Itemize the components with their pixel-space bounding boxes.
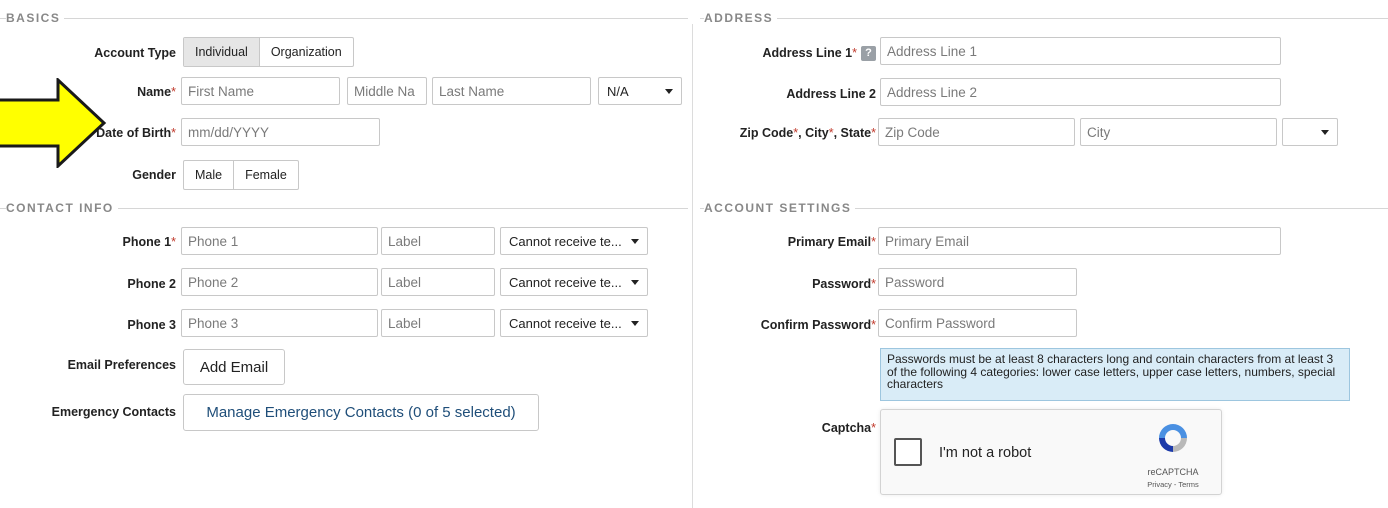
required-mark: *: [171, 235, 176, 249]
required-mark: *: [793, 126, 799, 140]
emergency-contacts-label: Emergency Contacts: [51, 405, 176, 419]
address-line2-label: Address Line 2: [786, 87, 876, 101]
phone1-sms-value: Cannot receive te...: [509, 233, 622, 249]
address-divider: [700, 18, 1388, 19]
dob-label: Date of Birth*: [96, 125, 176, 141]
required-mark: *: [171, 126, 176, 140]
phone2-label: Phone 2: [127, 277, 176, 291]
section-title-address: ADDRESS: [704, 11, 778, 25]
phone1-label-text: Phone 1: [122, 235, 172, 249]
phone3-input[interactable]: [181, 309, 378, 337]
dob-input[interactable]: [181, 118, 380, 146]
primary-email-input[interactable]: [878, 227, 1281, 255]
state-label-text: State: [840, 126, 872, 140]
account-type-organization[interactable]: Organization: [260, 38, 353, 66]
first-name-input[interactable]: [181, 77, 340, 105]
account-type-toggle[interactable]: Individual Organization: [183, 37, 354, 67]
zip-label-text: Zip Code: [739, 126, 794, 140]
required-mark: *: [871, 235, 876, 249]
chevron-down-icon: [631, 279, 639, 285]
phone3-label: Phone 3: [127, 318, 176, 332]
address-line1-label-text: Address Line 1: [762, 46, 853, 60]
confirm-password-label: Confirm Password*: [761, 317, 876, 333]
middle-name-input[interactable]: [347, 77, 427, 105]
required-mark: *: [871, 421, 876, 435]
section-title-contact: CONTACT INFO: [6, 201, 118, 215]
add-email-button[interactable]: Add Email: [183, 349, 285, 385]
chevron-down-icon: [631, 238, 639, 244]
phone3-sms-select[interactable]: Cannot receive te...: [500, 309, 648, 337]
chevron-down-icon: [665, 88, 673, 94]
phone3-label-input[interactable]: [381, 309, 495, 337]
manage-emergency-contacts-button[interactable]: Manage Emergency Contacts (0 of 5 select…: [183, 394, 539, 431]
basics-divider: [0, 18, 688, 19]
zip-code-input[interactable]: [878, 118, 1075, 146]
password-input[interactable]: [878, 268, 1077, 296]
password-label-text: Password: [812, 277, 872, 291]
recaptcha-links[interactable]: Privacy - Terms: [1137, 480, 1209, 489]
recaptcha-checkbox[interactable]: [894, 438, 922, 466]
required-mark: *: [871, 277, 876, 291]
chevron-down-icon: [1321, 129, 1329, 135]
captcha-label: Captcha*: [822, 420, 876, 436]
recaptcha-brand: reCAPTCHA: [1147, 467, 1199, 477]
account-type-individual[interactable]: Individual: [184, 38, 260, 66]
confirm-password-input[interactable]: [878, 309, 1077, 337]
primary-email-label-text: Primary Email: [787, 235, 872, 249]
phone1-label-input[interactable]: [381, 227, 495, 255]
password-label: Password*: [812, 276, 876, 292]
gender-toggle[interactable]: Male Female: [183, 160, 299, 190]
phone1-label: Phone 1*: [123, 234, 177, 250]
account-type-label: Account Type: [94, 46, 176, 60]
gender-male[interactable]: Male: [184, 161, 235, 189]
zip-city-state-label: Zip Code*, City*, State*: [739, 126, 876, 140]
captcha-label-text: Captcha: [821, 421, 872, 435]
recaptcha-text: I'm not a robot: [939, 445, 1032, 461]
required-mark: *: [871, 318, 876, 332]
phone1-input[interactable]: [181, 227, 378, 255]
address-line2-input[interactable]: [880, 78, 1281, 106]
gender-female[interactable]: Female: [234, 161, 298, 189]
pointer-arrow-icon: [0, 78, 107, 168]
help-icon[interactable]: ?: [861, 46, 876, 62]
section-title-account: ACCOUNT SETTINGS: [704, 201, 856, 215]
last-name-input[interactable]: [432, 77, 591, 105]
phone3-sms-value: Cannot receive te...: [509, 315, 622, 331]
name-label: Name*: [137, 84, 176, 100]
required-mark: *: [828, 126, 834, 140]
city-label-text: City: [805, 126, 829, 140]
section-title-basics: BASICS: [6, 11, 65, 25]
phone2-sms-value: Cannot receive te...: [509, 274, 622, 290]
phone2-label-input[interactable]: [381, 268, 495, 296]
confirm-password-label-text: Confirm Password: [760, 318, 872, 332]
required-mark: *: [171, 85, 176, 99]
column-separator: [692, 24, 693, 508]
required-mark: *: [871, 126, 876, 140]
email-preferences-label: Email Preferences: [67, 358, 176, 372]
suffix-select[interactable]: N/A: [598, 77, 682, 105]
phone2-sms-select[interactable]: Cannot receive te...: [500, 268, 648, 296]
phone2-input[interactable]: [181, 268, 378, 296]
suffix-value: N/A: [607, 83, 629, 99]
recaptcha-widget: I'm not a robot reCAPTCHA Privacy - Term…: [880, 409, 1222, 495]
required-mark: *: [852, 46, 857, 60]
recaptcha-logo-icon: [1159, 424, 1187, 452]
address-line1-input[interactable]: [880, 37, 1281, 65]
address-line1-label: Address Line 1*?: [762, 45, 876, 62]
primary-email-label: Primary Email*: [788, 234, 876, 250]
chevron-down-icon: [631, 320, 639, 326]
name-label-text: Name: [137, 85, 172, 99]
city-input[interactable]: [1080, 118, 1277, 146]
password-requirements-notice: Passwords must be at least 8 characters …: [880, 348, 1350, 401]
gender-label: Gender: [132, 168, 176, 182]
state-select[interactable]: [1282, 118, 1338, 146]
phone1-sms-select[interactable]: Cannot receive te...: [500, 227, 648, 255]
